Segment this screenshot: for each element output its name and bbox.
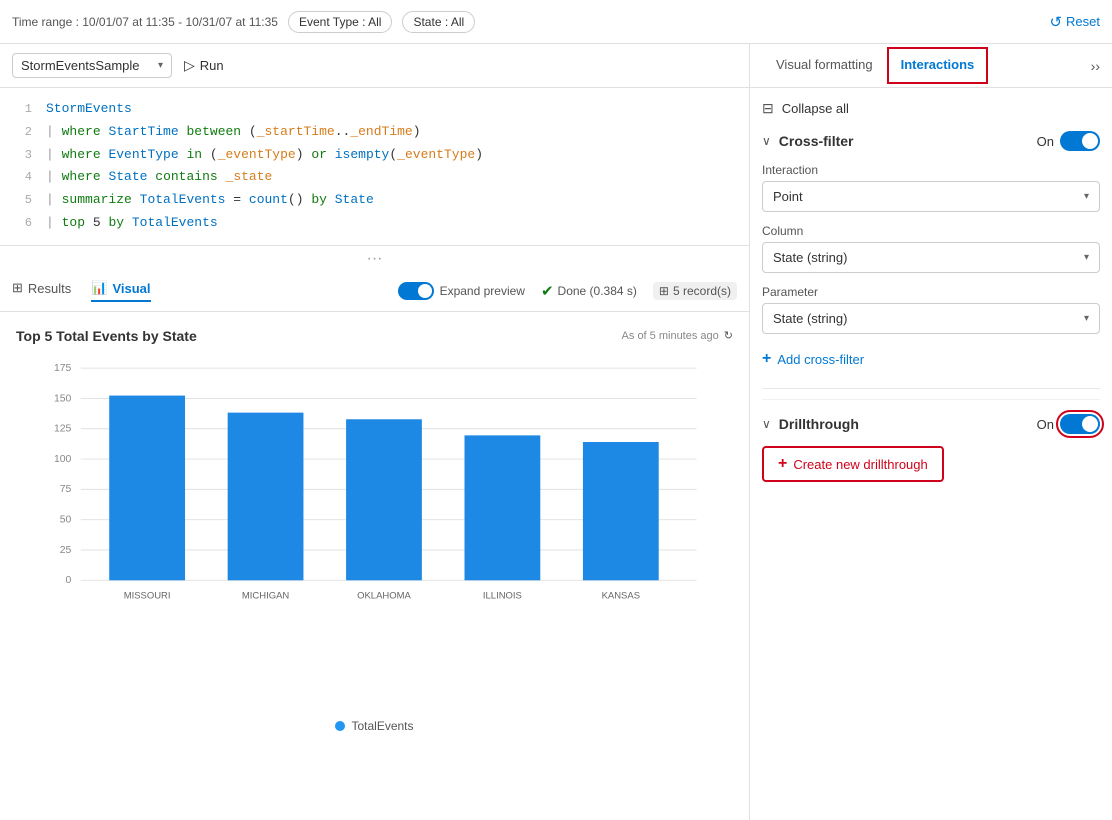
svg-text:ILLINOIS: ILLINOIS	[483, 590, 522, 601]
chart-title: Top 5 Total Events by State	[16, 328, 197, 344]
parameter-label: Parameter	[762, 285, 1100, 299]
cross-filter-toggle-container: On	[1037, 131, 1100, 151]
chart-icon: 📊	[91, 280, 107, 296]
cross-filter-chevron[interactable]: ∨	[762, 134, 771, 148]
interaction-label: Interaction	[762, 163, 1100, 177]
left-panel: StormEventsSample ▾ ▷ Run 1 StormEvents …	[0, 44, 750, 820]
expand-panel-icon[interactable]: ››	[1091, 58, 1100, 74]
chart-legend: TotalEvents	[16, 719, 733, 733]
bar-chart: 175 150 125 100 75 50 25 0	[16, 352, 733, 712]
refresh-icon[interactable]: ↻	[724, 329, 733, 342]
parameter-select[interactable]: State (string) ▾	[762, 303, 1100, 334]
records-icon: ⊞	[659, 284, 669, 298]
svg-text:KANSAS: KANSAS	[602, 590, 640, 601]
tab-interactions[interactable]: Interactions	[887, 47, 989, 84]
code-line-6: 6 | top 5 by TotalEvents	[0, 212, 749, 235]
query-bar: StormEventsSample ▾ ▷ Run	[0, 44, 749, 88]
tab-results[interactable]: ⊞ Results	[12, 280, 71, 302]
drillthrough-toggle[interactable]	[1060, 414, 1100, 434]
right-panel: Visual formatting Interactions ›› ⊟ Coll…	[750, 44, 1112, 820]
svg-text:0: 0	[66, 575, 72, 586]
svg-text:25: 25	[60, 545, 72, 556]
bar-illinois[interactable]	[465, 435, 541, 580]
bar-kansas[interactable]	[583, 442, 659, 580]
section-divider	[762, 388, 1100, 389]
done-badge: ✔ Done (0.384 s)	[541, 282, 637, 300]
chart-title-row: Top 5 Total Events by State As of 5 minu…	[16, 328, 733, 344]
code-line-1: 1 StormEvents	[0, 98, 749, 121]
code-line-5: 5 | summarize TotalEvents = count() by S…	[0, 189, 749, 212]
cross-filter-header: ∨ Cross-filter On	[762, 131, 1100, 151]
tab-right-area: Expand preview ✔ Done (0.384 s) ⊞ 5 reco…	[398, 282, 737, 300]
table-icon: ⊞	[12, 280, 23, 296]
column-select[interactable]: State (string) ▾	[762, 242, 1100, 273]
svg-text:150: 150	[54, 393, 72, 404]
database-select[interactable]: StormEventsSample ▾	[12, 53, 172, 78]
chevron-down-icon: ▾	[158, 60, 163, 71]
run-button[interactable]: ▷ Run	[184, 57, 224, 74]
svg-text:MISSOURI: MISSOURI	[124, 590, 171, 601]
chart-timestamp: As of 5 minutes ago ↻	[622, 329, 733, 342]
run-icon: ▷	[184, 57, 195, 74]
interaction-select[interactable]: Point ▾	[762, 181, 1100, 212]
reset-button[interactable]: ↺ Reset	[1049, 13, 1100, 31]
chart-area: Top 5 Total Events by State As of 5 minu…	[0, 312, 749, 820]
code-line-3: 3 | where EventType in (_eventType) or i…	[0, 144, 749, 167]
tabs-row: ⊞ Results 📊 Visual Expand preview ✔ Done…	[0, 272, 749, 312]
reset-icon: ↺	[1049, 13, 1062, 31]
expand-toggle-switch[interactable]	[398, 282, 434, 300]
legend-dot	[335, 721, 345, 731]
state-filter[interactable]: State : All	[402, 11, 475, 33]
cross-filter-section: ∨ Cross-filter On Interaction Point ▾ Co…	[762, 131, 1100, 372]
drillthrough-section: ∨ Drillthrough On + Create new drillthro…	[762, 399, 1100, 482]
drillthrough-chevron[interactable]: ∨	[762, 417, 771, 431]
tab-visual-formatting[interactable]: Visual formatting	[762, 47, 887, 84]
svg-text:175: 175	[54, 363, 72, 374]
right-content: ⊟ Collapse all ∨ Cross-filter On Interac…	[750, 88, 1112, 820]
svg-text:75: 75	[60, 484, 72, 495]
plus-icon: +	[762, 350, 771, 368]
plus-drillthrough-icon: +	[778, 455, 787, 473]
svg-text:50: 50	[60, 514, 72, 525]
svg-text:OKLAHOMA: OKLAHOMA	[357, 590, 411, 601]
code-ellipsis: ···	[0, 246, 749, 272]
collapse-all-icon: ⊟	[762, 100, 774, 117]
check-icon: ✔	[541, 282, 554, 300]
parameter-chevron-icon: ▾	[1084, 313, 1089, 324]
right-header: Visual formatting Interactions ››	[750, 44, 1112, 88]
expand-preview-toggle[interactable]: Expand preview	[398, 282, 525, 300]
code-line-4: 4 | where State contains _state	[0, 166, 749, 189]
code-line-2: 2 | where StartTime between (_startTime.…	[0, 121, 749, 144]
column-chevron-icon: ▾	[1084, 252, 1089, 263]
column-label: Column	[762, 224, 1100, 238]
event-type-filter[interactable]: Event Type : All	[288, 11, 393, 33]
code-editor[interactable]: 1 StormEvents 2 | where StartTime betwee…	[0, 88, 749, 246]
timerange-label: Time range : 10/01/07 at 11:35 - 10/31/0…	[12, 15, 278, 29]
interaction-chevron-icon: ▾	[1084, 191, 1089, 202]
add-cross-filter-button[interactable]: + Add cross-filter	[762, 346, 864, 372]
records-badge: ⊞ 5 record(s)	[653, 282, 737, 300]
drillthrough-toggle-container: On	[1037, 414, 1100, 434]
cross-filter-toggle[interactable]	[1060, 131, 1100, 151]
bar-missouri[interactable]	[109, 395, 185, 580]
bar-michigan[interactable]	[228, 412, 304, 580]
top-bar: Time range : 10/01/07 at 11:35 - 10/31/0…	[0, 0, 1112, 44]
bar-oklahoma[interactable]	[346, 419, 422, 580]
svg-text:125: 125	[54, 423, 72, 434]
tab-visual[interactable]: 📊 Visual	[91, 280, 150, 302]
svg-text:MICHIGAN: MICHIGAN	[242, 590, 290, 601]
svg-text:100: 100	[54, 454, 72, 465]
create-drillthrough-button[interactable]: + Create new drillthrough	[762, 446, 944, 482]
drillthrough-header: ∨ Drillthrough On	[762, 414, 1100, 434]
collapse-all-row[interactable]: ⊟ Collapse all	[762, 100, 1100, 117]
main-layout: StormEventsSample ▾ ▷ Run 1 StormEvents …	[0, 44, 1112, 820]
